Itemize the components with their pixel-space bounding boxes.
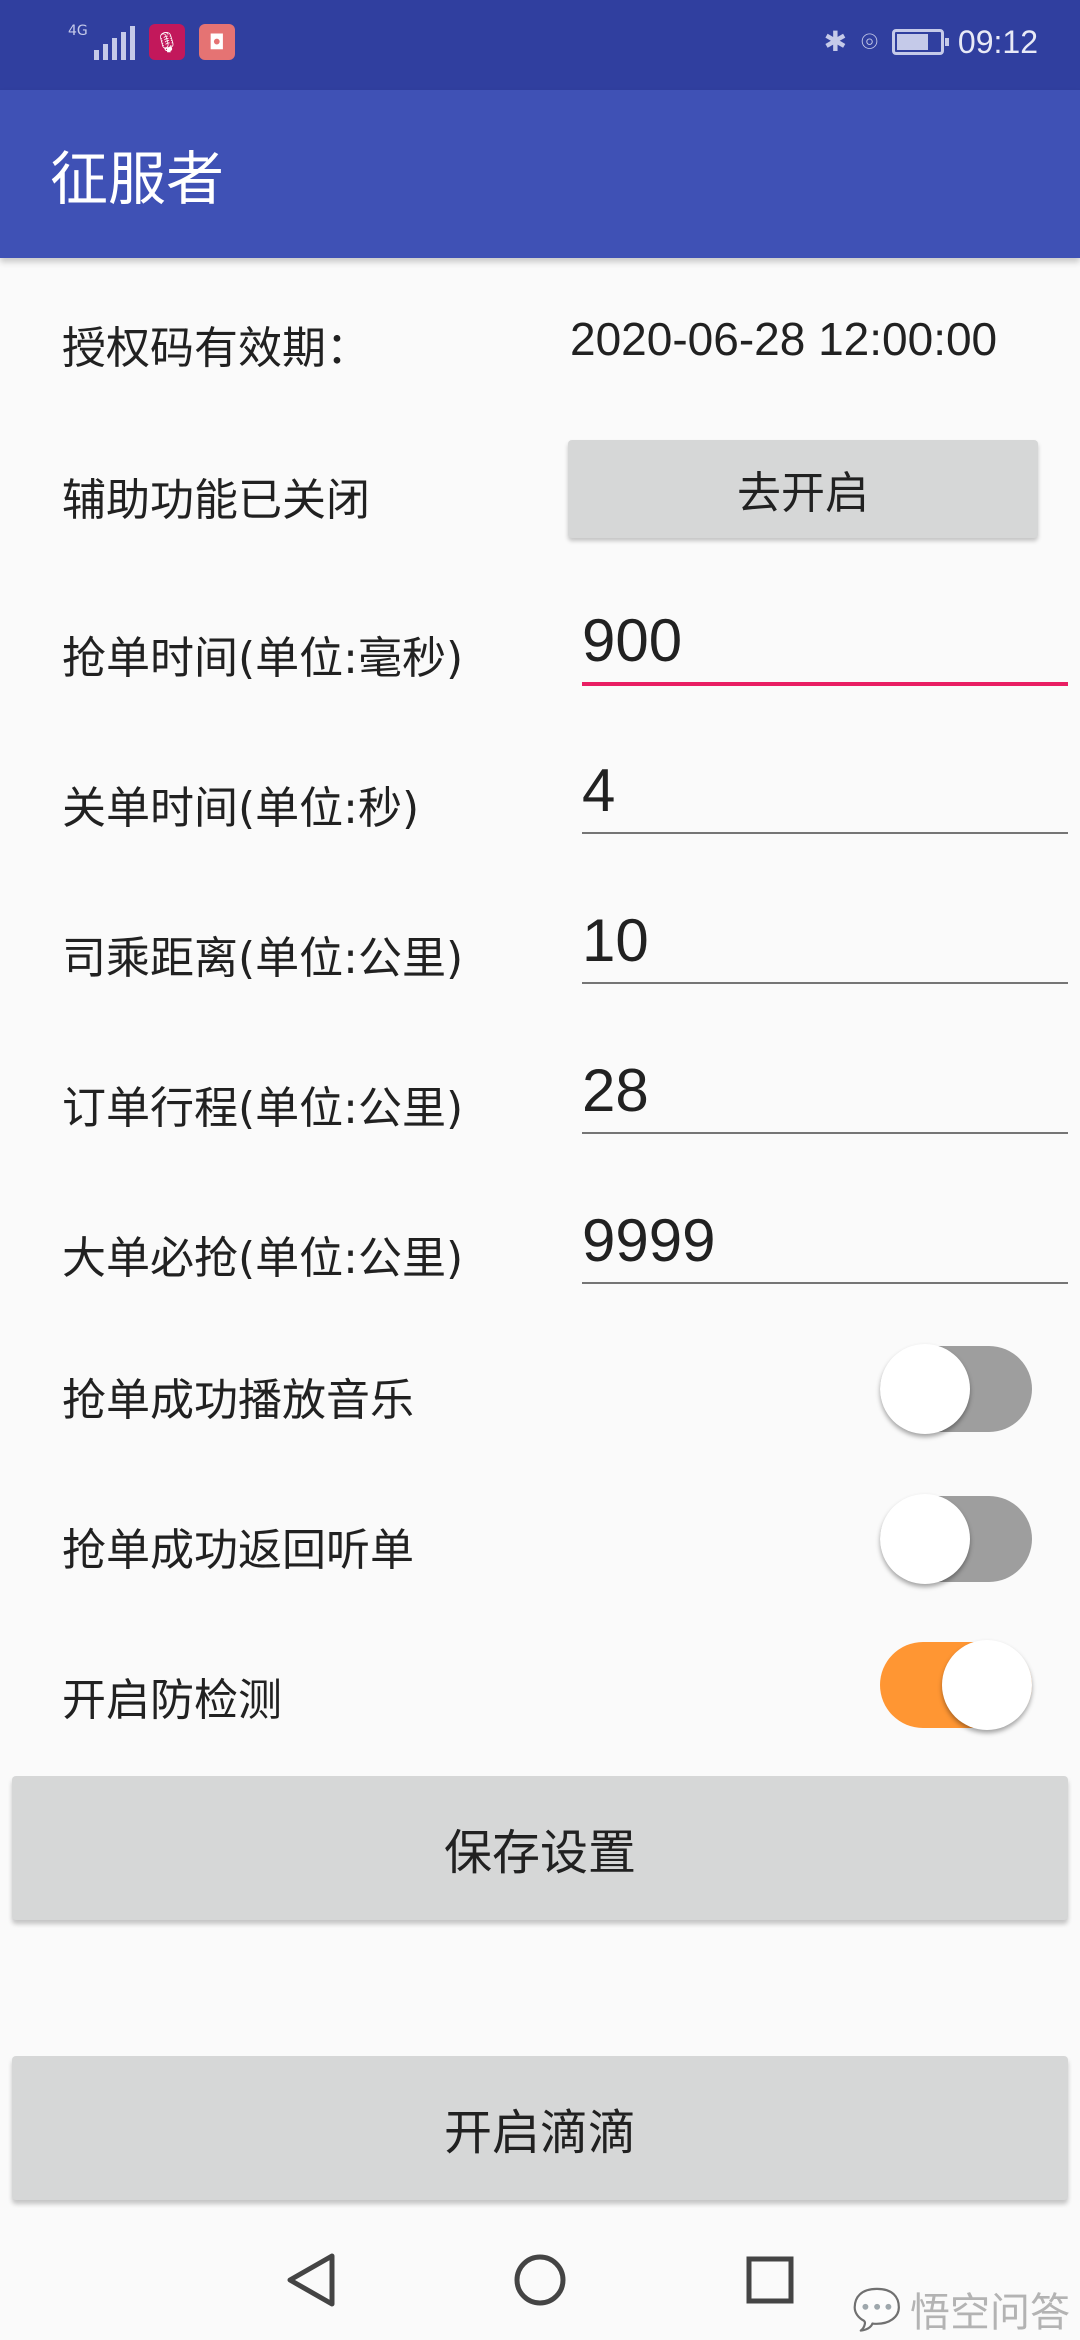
switch-thumb bbox=[880, 1494, 970, 1584]
close-time-underline bbox=[582, 832, 1068, 834]
play-music-switch[interactable] bbox=[880, 1344, 1032, 1434]
speech-bubble-icon: 💬 bbox=[852, 2286, 902, 2333]
big-order-input[interactable] bbox=[582, 1200, 1068, 1280]
didi-app-icon: ◘ bbox=[198, 24, 235, 60]
app-bar: 征服者 bbox=[0, 90, 1080, 258]
open-didi-button[interactable]: 开启滴滴 bbox=[12, 2056, 1068, 2200]
network-type: 4G bbox=[68, 23, 88, 39]
battery-icon bbox=[891, 29, 949, 55]
status-left: 4G 🎙 ◘ bbox=[68, 24, 235, 60]
switch-thumb bbox=[880, 1344, 970, 1434]
driver-distance-input[interactable] bbox=[582, 900, 1068, 980]
close-time-label: 关单时间(单位:秒) bbox=[62, 783, 420, 834]
location-icon: ⌾ bbox=[861, 25, 878, 58]
app-title: 征服者 bbox=[50, 145, 225, 213]
bluetooth-icon: ✱ bbox=[823, 25, 848, 58]
signal-icon: 4G bbox=[68, 24, 135, 60]
close-time-input[interactable] bbox=[582, 750, 1068, 830]
navigation-bar: 💬 悟空问答 bbox=[0, 2220, 1080, 2340]
driver-distance-underline bbox=[582, 982, 1068, 984]
anti-detect-label: 开启防检测 bbox=[62, 1675, 282, 1726]
play-music-label: 抢单成功播放音乐 bbox=[62, 1375, 414, 1426]
anti-detect-switch[interactable] bbox=[880, 1640, 1032, 1730]
grab-time-underline bbox=[582, 682, 1068, 686]
watermark-text: 悟空问答 bbox=[910, 2290, 1070, 2336]
switch-thumb bbox=[942, 1640, 1032, 1730]
trip-distance-label: 订单行程(单位:公里) bbox=[62, 1083, 464, 1134]
return-listen-switch[interactable] bbox=[880, 1494, 1032, 1584]
enable-accessibility-button[interactable]: 去开启 bbox=[568, 440, 1038, 538]
mic-app-icon: 🎙 bbox=[148, 24, 185, 60]
license-expiry-value: 2020-06-28 12:00:00 bbox=[570, 313, 998, 365]
driver-distance-label: 司乘距离(单位:公里) bbox=[62, 933, 464, 984]
home-icon[interactable] bbox=[504, 2244, 576, 2316]
accessibility-status-label: 辅助功能已关闭 bbox=[62, 475, 370, 526]
return-listen-label: 抢单成功返回听单 bbox=[62, 1525, 414, 1576]
status-right: ✱ ⌾ 09:12 bbox=[824, 22, 1038, 62]
license-label: 授权码有效期： bbox=[62, 323, 370, 374]
trip-distance-underline bbox=[582, 1132, 1068, 1134]
status-bar: 4G 🎙 ◘ ✱ ⌾ 09:12 bbox=[0, 0, 1080, 90]
clock: 09:12 bbox=[957, 23, 1038, 60]
big-order-label: 大单必抢(单位:公里) bbox=[62, 1233, 464, 1284]
back-icon[interactable] bbox=[274, 2244, 346, 2316]
trip-distance-input[interactable] bbox=[582, 1050, 1068, 1130]
watermark: 💬 悟空问答 bbox=[852, 2280, 1070, 2338]
recents-icon[interactable] bbox=[734, 2244, 806, 2316]
grab-time-input[interactable] bbox=[582, 600, 1068, 680]
save-settings-button[interactable]: 保存设置 bbox=[12, 1776, 1068, 1920]
big-order-underline bbox=[582, 1282, 1068, 1284]
grab-time-label: 抢单时间(单位:毫秒) bbox=[62, 633, 464, 684]
